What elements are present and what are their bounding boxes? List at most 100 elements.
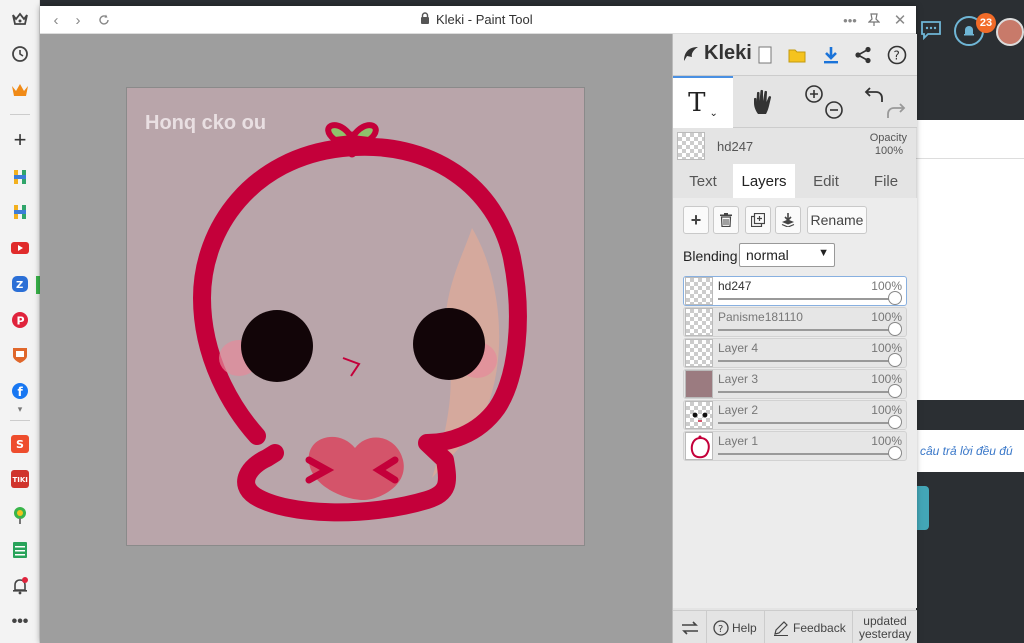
svg-text:P: P: [17, 315, 25, 328]
bell-icon[interactable]: [8, 574, 32, 598]
layer-name: hd247: [718, 279, 752, 293]
character-drawing: [193, 122, 527, 522]
layer-opacity-track[interactable]: [718, 329, 896, 331]
chat-icon[interactable]: [920, 20, 942, 43]
help-button[interactable]: ? Help: [707, 611, 765, 643]
layer-name: Layer 3: [718, 372, 759, 386]
youtube-icon[interactable]: [8, 236, 32, 260]
merge-layer-button[interactable]: [775, 206, 801, 234]
background-divider: [916, 158, 1024, 159]
more-options-icon[interactable]: •••: [840, 10, 860, 30]
sidebar-divider-2: [10, 420, 30, 421]
svg-text:S: S: [16, 438, 24, 451]
hand-icon: [754, 89, 772, 114]
layer-opacity-handle[interactable]: [888, 322, 902, 336]
avatar[interactable]: [996, 18, 1024, 46]
layer-opacity-handle[interactable]: [888, 446, 902, 460]
merge-down-icon: [781, 213, 795, 227]
history-icon[interactable]: [8, 42, 32, 66]
updated-label: updated: [863, 613, 907, 628]
crown-icon[interactable]: [8, 78, 32, 102]
layer-opacity-handle[interactable]: [888, 291, 902, 305]
tiki-icon[interactable]: TIKI: [8, 467, 32, 491]
duplicate-layer-button[interactable]: [745, 206, 771, 234]
pin-icon[interactable]: [864, 10, 884, 30]
layer-opacity-track[interactable]: [718, 453, 896, 455]
layer-row[interactable]: Layer 3 100%: [683, 369, 907, 399]
layer-row[interactable]: hd247 100%: [683, 276, 907, 306]
layer-opacity-track[interactable]: [718, 422, 896, 424]
blending-label: Blending: [683, 248, 738, 264]
app-h-icon[interactable]: [8, 165, 32, 189]
new-file-icon[interactable]: [753, 43, 777, 67]
shield-crest-icon[interactable]: [8, 343, 32, 367]
open-folder-icon[interactable]: [785, 43, 809, 67]
layer-thumbnail: [685, 308, 713, 336]
layers-panel: + Rename Blending normal ▼ hd247 100% Pa…: [673, 198, 917, 608]
layer-opacity-handle[interactable]: [888, 415, 902, 429]
text-tool[interactable]: T ⌄: [673, 76, 733, 128]
rename-layer-button[interactable]: Rename: [807, 206, 867, 234]
canvas-area[interactable]: Honq cko ou: [40, 34, 672, 643]
browser-logo-icon[interactable]: [8, 8, 32, 32]
forward-icon[interactable]: ›: [68, 10, 88, 30]
share-icon[interactable]: [851, 43, 875, 67]
tab-layers[interactable]: Layers: [733, 164, 795, 198]
more-icon[interactable]: •••: [8, 610, 32, 634]
layer-opacity-handle[interactable]: [888, 384, 902, 398]
back-icon[interactable]: ‹: [46, 10, 66, 30]
background-white-panel: [916, 120, 1024, 400]
layer-row[interactable]: Layer 4 100%: [683, 338, 907, 368]
add-layer-button[interactable]: +: [683, 206, 709, 234]
opacity-label: Opacity: [869, 132, 907, 144]
layer-row[interactable]: Layer 1 100%: [683, 431, 907, 461]
title-wrap: Kleki - Paint Tool: [420, 12, 533, 27]
layer-name: Layer 4: [718, 341, 759, 355]
chevron-down-icon[interactable]: ▾: [8, 403, 32, 415]
layer-opacity-track[interactable]: [718, 360, 896, 362]
sidebar-divider: [10, 114, 30, 115]
pinterest-icon[interactable]: P: [8, 308, 32, 332]
layer-opacity-track[interactable]: [718, 391, 896, 393]
blending-select[interactable]: normal ▼: [739, 243, 835, 267]
kleki-logo[interactable]: Kleki: [681, 42, 752, 65]
sheet-icon[interactable]: [8, 538, 32, 562]
zalo-icon[interactable]: Z: [8, 272, 32, 296]
layer-thumbnail: [685, 339, 713, 367]
delete-layer-button[interactable]: [713, 206, 739, 234]
layer-row[interactable]: Panisme181110 100%: [683, 307, 907, 337]
layer-opacity-track[interactable]: [718, 298, 896, 300]
feedback-button[interactable]: Feedback: [765, 611, 853, 643]
facebook-icon[interactable]: f: [8, 379, 32, 403]
hand-tool[interactable]: [735, 76, 793, 128]
swap-arrows-icon: [681, 620, 698, 635]
layer-row[interactable]: Layer 2 100%: [683, 400, 907, 430]
add-icon[interactable]: +: [8, 127, 32, 152]
background-teal-button[interactable]: [916, 486, 929, 530]
tab-text[interactable]: Text: [675, 164, 731, 198]
drawing-canvas[interactable]: Honq cko ou: [126, 87, 585, 546]
close-icon[interactable]: ✕: [890, 10, 910, 30]
reload-icon[interactable]: [94, 10, 114, 30]
help-circle-icon[interactable]: ?: [885, 43, 909, 67]
shopee-icon[interactable]: S: [8, 432, 32, 456]
window-title: Kleki - Paint Tool: [436, 12, 533, 27]
app-h-icon-2[interactable]: [8, 200, 32, 224]
panel-top-bar: Kleki ?: [673, 34, 917, 76]
zoom-in-out-icon: [805, 85, 843, 119]
tab-edit[interactable]: Edit: [797, 164, 855, 198]
current-layer-info: hd247 Opacity 100%: [673, 128, 917, 164]
undo-redo-tools[interactable]: [855, 76, 915, 128]
popup-window: ‹ › Kleki - Paint Tool ••• ✕ Honq cko ou: [40, 6, 917, 643]
layer-thumbnail: [685, 370, 713, 398]
download-icon[interactable]: [819, 43, 843, 67]
layer-opacity-handle[interactable]: [888, 353, 902, 367]
zoom-tools[interactable]: [795, 76, 853, 128]
swap-side-button[interactable]: [673, 611, 707, 643]
tool-panel: Kleki ? T ⌄ hd247 Opacity 100% Text Laye…: [672, 34, 917, 643]
tab-file[interactable]: File: [857, 164, 915, 198]
update-info[interactable]: updated yesterday: [853, 611, 917, 643]
lollipop-icon[interactable]: [8, 503, 32, 527]
chevron-down-icon: ▼: [818, 247, 829, 259]
current-layer-thumbnail: [677, 132, 705, 160]
